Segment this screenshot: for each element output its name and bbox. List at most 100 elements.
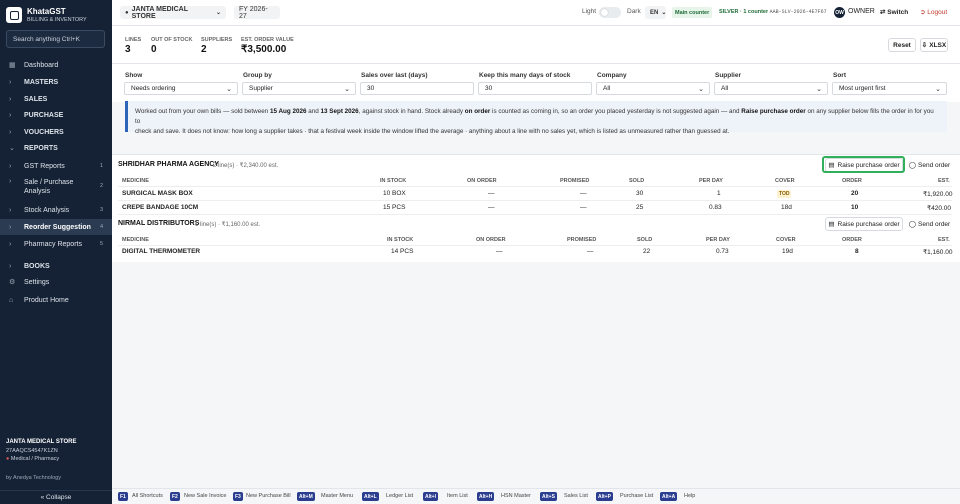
cell-sold: 25 — [636, 204, 644, 211]
search-input[interactable]: Search anything Ctrl+K — [6, 30, 105, 48]
dot-icon: ● — [125, 9, 129, 16]
company-select[interactable]: All ⌄ — [596, 82, 710, 95]
col-promised: PROMISED — [560, 178, 590, 184]
shortcut-key[interactable]: Alt+P — [596, 492, 613, 501]
cover-badge: TOD — [777, 190, 792, 198]
shortcut-key[interactable]: F2 — [170, 492, 180, 501]
shortcut-key[interactable]: F1 — [118, 492, 128, 501]
col-per-day: PER DAY — [699, 178, 723, 184]
sidebar: KhataGST BILLING & INVENTORY Search anyt… — [0, 0, 112, 504]
keep-days-input[interactable]: 30 — [478, 82, 592, 95]
cell-in-stock: 15 PCS — [383, 204, 406, 211]
shortcut-key[interactable]: Alt+H — [477, 492, 495, 501]
nav-product-home[interactable]: ⌂ Product Home — [0, 292, 112, 308]
divider — [118, 214, 952, 215]
avatar[interactable]: OW — [834, 7, 845, 18]
shortcut-key[interactable]: Alt+L — [362, 492, 379, 501]
language-selector[interactable]: EN ⌄ — [645, 6, 666, 19]
filters: Show Needs ordering ⌄ Group by Supplier ⌄ Sa… — [112, 64, 960, 102]
brand: KhataGST BILLING & INVENTORY — [6, 7, 87, 23]
nav-sale-purchase-analysis[interactable]: › Sale / Purchase Analysis 2 — [0, 176, 112, 198]
shortcut-key[interactable]: F3 — [233, 492, 243, 501]
app-subtitle: BILLING & INVENTORY — [27, 17, 87, 23]
cell-sold: 22 — [643, 248, 651, 255]
send-order-button[interactable]: ◯ Send order — [908, 158, 951, 172]
nav-stock-analysis[interactable]: › Stock Analysis 3 — [0, 202, 112, 218]
group-by-select[interactable]: Supplier ⌄ — [242, 82, 356, 95]
stat-lines: LINES 3 — [125, 37, 142, 55]
theme-toggle[interactable] — [599, 7, 621, 18]
supplier-name: NIRMAL DISTRIBUTORS — [118, 220, 200, 227]
cell-medicine: SURGICAL MASK BOX — [122, 190, 193, 197]
show-select[interactable]: Needs ordering ⌄ — [124, 82, 238, 95]
supplier-select[interactable]: All ⌄ — [714, 82, 828, 95]
filter-supplier: Supplier All ⌄ — [714, 72, 828, 95]
shortcut-label: All Shortcuts — [132, 493, 163, 499]
cell-order: 10 — [851, 204, 859, 211]
col-in-stock: IN STOCK — [387, 237, 414, 243]
theme-light-label: Light — [582, 8, 597, 15]
nav-pharmacy-reports[interactable]: › Pharmacy Reports 5 — [0, 236, 112, 252]
col-sold: SOLD — [629, 178, 645, 184]
shortcut-key[interactable]: Alt+I — [423, 492, 438, 501]
col-medicine: MEDICINE — [122, 237, 149, 243]
col-cover: COVER — [775, 178, 795, 184]
grid-icon: ▦ — [9, 62, 16, 69]
company-selector[interactable]: ● JANTA MEDICAL STORE ⌄ — [120, 6, 226, 20]
chevron-down-icon: ⌄ — [698, 86, 704, 93]
col-in-stock: IN STOCK — [380, 178, 407, 184]
nav-masters[interactable]: › MASTERS — [0, 74, 112, 90]
chevron-right-icon: › — [9, 111, 12, 119]
nav-books[interactable]: › BOOKS — [0, 258, 112, 274]
chevron-right-icon: › — [9, 178, 12, 185]
cell-est: ₹1,920.00 — [923, 191, 953, 198]
chevron-down-icon: ⌄ — [344, 86, 350, 93]
chevron-right-icon: › — [9, 240, 12, 248]
raise-purchase-order-button[interactable]: ▤ Raise purchase order — [825, 217, 903, 231]
shortcut-key[interactable]: Alt+A — [660, 492, 678, 501]
cell-on-order: — — [496, 248, 503, 255]
shortcut-key[interactable]: Alt+M — [297, 492, 315, 501]
nav-sales[interactable]: › SALES — [0, 91, 112, 107]
filter-company: Company All ⌄ — [596, 72, 710, 95]
shortcut-label: New Sale Invoice — [184, 493, 227, 499]
supplier-summary: 1 line(s) · ₹1,160.00 est. — [195, 222, 261, 228]
filter-group-by: Group by Supplier ⌄ — [242, 72, 356, 95]
col-order: ORDER — [842, 178, 862, 184]
shortcut-key[interactable]: Alt+S — [540, 492, 557, 501]
chevron-right-icon: › — [9, 206, 12, 214]
summary-bar: LINES 3 OUT OF STOCK 0 SUPPLIERS 2 EST. ORD… — [112, 26, 960, 64]
reset-button[interactable]: Reset — [888, 38, 916, 52]
nav-reorder-suggestion[interactable]: › Reorder Suggestion 4 — [0, 219, 112, 235]
stat-out-of-stock: OUT OF STOCK 0 — [151, 37, 193, 55]
nav-settings[interactable]: ⚙ Settings — [0, 274, 112, 290]
col-est: EST. — [938, 237, 950, 243]
send-order-button[interactable]: ◯ Send order — [908, 217, 951, 231]
highlight-box — [822, 156, 905, 173]
cell-in-stock: 10 BOX — [383, 190, 406, 197]
stat-suppliers: SUPPLIERS 2 — [201, 37, 233, 55]
sort-select[interactable]: Most urgent first ⌄ — [832, 82, 947, 95]
shortcut-label: Ledger List — [386, 493, 414, 499]
stat-order-value: EST. ORDER VALUE ₹3,500.00 — [241, 37, 294, 55]
export-xlsx-button[interactable]: ⇩ XLSX — [920, 38, 948, 52]
store-gstin: 27AAQCS4547K1ZN — [6, 447, 58, 454]
nav-purchase[interactable]: › PURCHASE — [0, 107, 112, 123]
collapse-button[interactable]: « Collapse — [0, 490, 112, 504]
nav-gst-reports[interactable]: › GST Reports 1 — [0, 158, 112, 174]
supplier-summary: 2 line(s) · ₹2,340.00 est. — [213, 163, 279, 169]
chevron-right-icon: › — [9, 223, 12, 231]
nav-reports[interactable]: ⌄ REPORTS — [0, 140, 112, 156]
logout-button[interactable]: ➲ Logout — [920, 8, 947, 16]
cell-per-day: 1 — [717, 190, 721, 197]
switch-button[interactable]: ⇄ Switch — [880, 8, 908, 16]
cell-promised: — — [587, 248, 594, 255]
nav-dashboard[interactable]: ▦ Dashboard — [0, 57, 112, 73]
document-icon: ▤ — [828, 221, 835, 228]
fy-selector[interactable]: FY 2026-27 — [234, 6, 280, 20]
chevron-down-icon: ⌄ — [816, 86, 822, 93]
col-cover: COVER — [776, 237, 796, 243]
shortcut-label: Master Menu — [321, 493, 354, 499]
sales-days-input[interactable]: 30 — [360, 82, 474, 95]
nav-vouchers[interactable]: › VOUCHERS — [0, 124, 112, 140]
